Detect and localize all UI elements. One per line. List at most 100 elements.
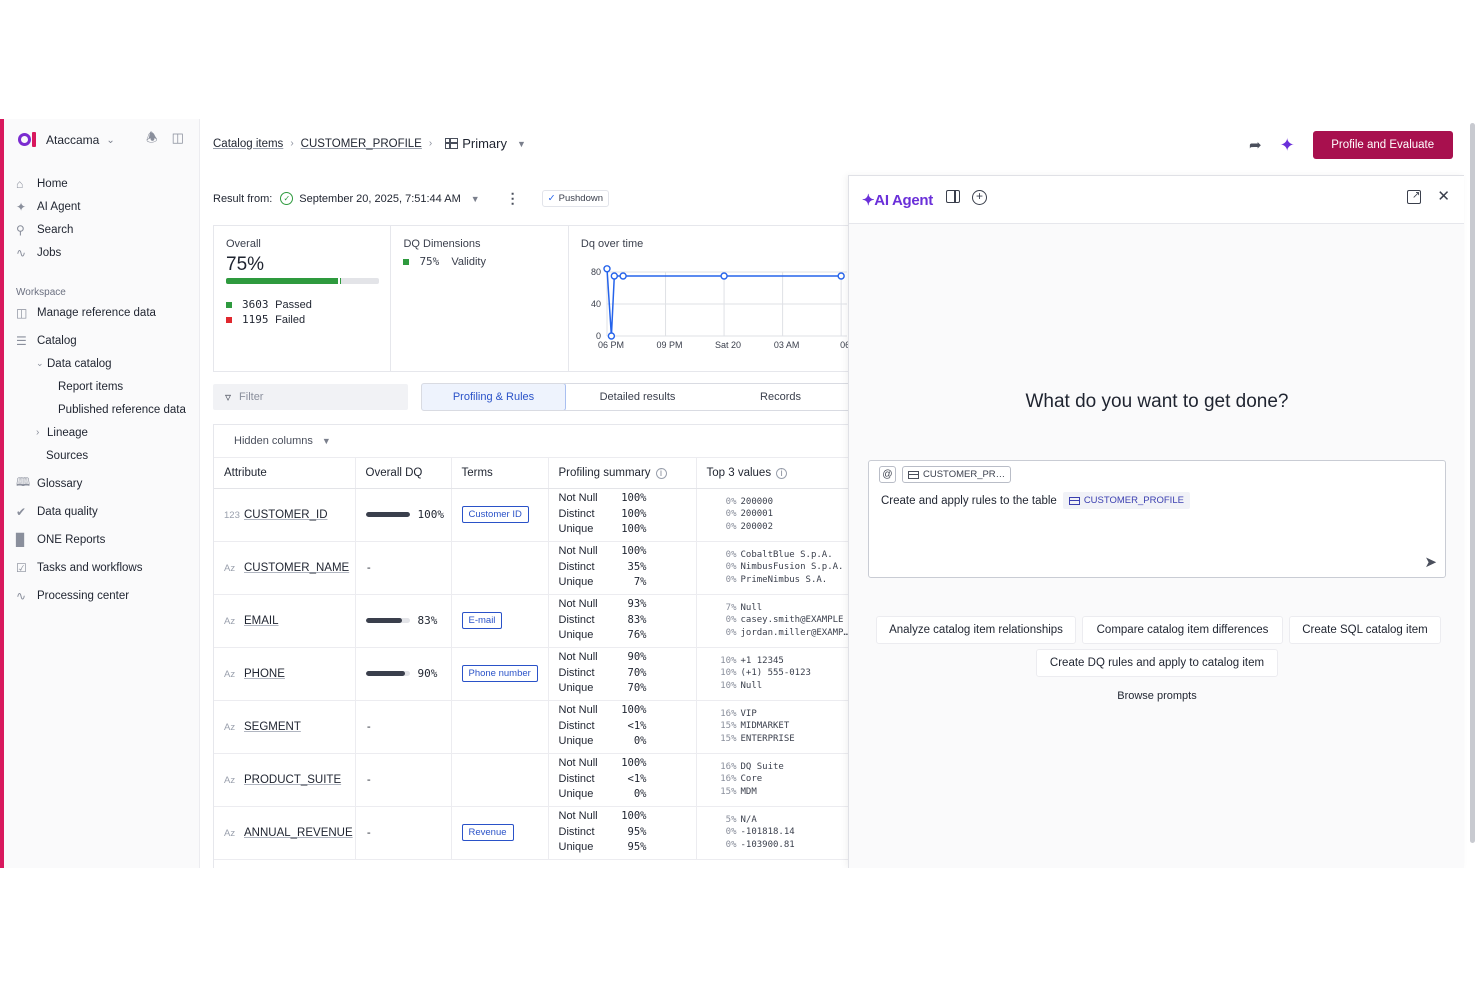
sidebar-item-processing[interactable]: ∿ Processing center — [16, 584, 196, 607]
attribute-name[interactable]: CUSTOMER_ID — [244, 509, 328, 521]
suggestion-create-dq-rules[interactable]: Create DQ rules and apply to catalog ite… — [1036, 649, 1278, 677]
result-date[interactable]: September 20, 2025, 7:51:44 AM — [299, 193, 460, 205]
page-scrollbar[interactable] — [1470, 123, 1475, 843]
sidebar-item-tasks[interactable]: ☑ Tasks and workflows — [16, 556, 196, 579]
term-badge[interactable]: Phone number — [461, 665, 538, 682]
stats-panel: Overall 75% 3603 Passed 1195 Failed DQ D… — [213, 225, 853, 372]
profiling-summary-cell: Not Null 100% Distinct <1% Unique 0% — [548, 700, 697, 754]
term-badge[interactable]: Customer ID — [461, 506, 529, 523]
open-external-icon[interactable]: ↗ — [1407, 190, 1422, 204]
attribute-cell[interactable]: 123 CUSTOMER_ID — [214, 488, 356, 542]
sidebar-item-search[interactable]: ⚲ Search — [16, 218, 196, 241]
table-row[interactable]: Az SEGMENT - Not Null 100% Distinct <1% Unique 0… — [214, 700, 852, 754]
ai-sparkle-icon[interactable]: ✦ — [1280, 135, 1295, 156]
col-header-top-values[interactable]: Top 3 values i — [696, 458, 852, 489]
table-row[interactable]: Az PHONE 90% Phone number Not Null 90% Distinc… — [214, 647, 852, 701]
attribute-cell[interactable]: Az CUSTOMER_NAME — [214, 541, 356, 595]
data-type-icon: Az — [224, 615, 236, 627]
close-icon[interactable]: ✕ — [1437, 189, 1450, 204]
filter-input[interactable]: ▿ Filter — [213, 384, 408, 410]
table-row[interactable]: Az ANNUAL_REVENUE - Revenue Not Null 100% Dist… — [214, 806, 852, 860]
top-values-cell: 10% +1 12345 10% (+1) 555-0123 10% Null — [696, 647, 852, 701]
info-icon[interactable]: i — [655, 467, 667, 479]
sidebar-item-report-items[interactable]: Report items — [16, 375, 196, 398]
checkbox-icon: ☑ — [16, 560, 27, 575]
tab-detailed-results[interactable]: Detailed results — [566, 384, 709, 410]
browse-prompts-link[interactable]: Browse prompts — [849, 690, 1465, 702]
prompt-text: Create and apply rules to the table CUST… — [881, 492, 1190, 509]
send-icon[interactable]: ➤ — [1424, 553, 1437, 571]
agent-prompt-input[interactable]: @ CUSTOMER_PR… Create and apply rules to… — [868, 460, 1446, 578]
profile-and-evaluate-button[interactable]: Profile and Evaluate — [1312, 131, 1453, 159]
sidebar-item-home[interactable]: ⌂ Home — [16, 172, 196, 195]
attribute-cell[interactable]: Az SEGMENT — [214, 700, 356, 754]
collapse-sidebar-icon[interactable]: ◫ — [172, 131, 184, 145]
table-reference-chip[interactable]: CUSTOMER_PROFILE — [1062, 492, 1190, 509]
tab-profiling-rules[interactable]: Profiling & Rules — [422, 384, 566, 410]
search-icon: ⚲ — [16, 222, 25, 237]
attribute-name[interactable]: ANNUAL_REVENUE — [244, 827, 353, 839]
suggestion-analyze-relationships[interactable]: Analyze catalog item relationships — [876, 616, 1076, 644]
sidebar-item-glossary[interactable]: 🕮 Glossary — [16, 472, 196, 495]
col-header-terms[interactable]: Terms — [451, 458, 549, 489]
attribute-cell[interactable]: Az EMAIL — [214, 594, 356, 648]
tab-records[interactable]: Records — [709, 384, 852, 410]
info-icon[interactable]: i — [776, 467, 788, 479]
sidebar-item-lineage[interactable]: › Lineage — [16, 421, 196, 444]
attribute-name[interactable]: PRODUCT_SUITE — [244, 774, 341, 786]
dq-bar-fill — [365, 671, 406, 677]
suggestion-compare-differences[interactable]: Compare catalog item differences — [1082, 616, 1283, 644]
hidden-columns-toggle[interactable]: Hidden columns ▼ — [214, 425, 852, 458]
breadcrumb-primary[interactable]: Primary — [462, 136, 507, 151]
attribute-name[interactable]: SEGMENT — [244, 721, 301, 733]
result-selector: Result from: ✓ September 20, 2025, 7:51:… — [213, 190, 610, 207]
sidebar-item-one-reports[interactable]: ▉ ONE Reports — [16, 528, 196, 551]
term-badge[interactable]: E-mail — [461, 612, 503, 629]
side-panel-icon[interactable] — [946, 190, 960, 203]
attribute-cell[interactable]: Az PHONE — [214, 647, 356, 701]
breadcrumb-customer-profile[interactable]: CUSTOMER_PROFILE — [301, 138, 422, 150]
data-point — [837, 272, 845, 280]
context-chip[interactable]: CUSTOMER_PR… — [902, 466, 1012, 483]
data-type-icon: Az — [224, 668, 236, 680]
sidebar-item-catalog[interactable]: ☰ Catalog — [16, 329, 196, 352]
overall-dq-cell: - — [355, 753, 452, 807]
share-icon[interactable]: ➦ — [1249, 136, 1262, 154]
sidebar-item-ai-agent[interactable]: ✦ AI Agent — [16, 195, 196, 218]
bell-icon[interactable]: 🕭 — [146, 131, 158, 145]
overall-dq-cell: 90% — [355, 647, 452, 701]
sidebar-item-sources[interactable]: Sources — [16, 444, 196, 467]
suggestion-create-sql-item[interactable]: Create SQL catalog item — [1289, 616, 1441, 644]
sidebar-item-manage-reference[interactable]: ◫ Manage reference data — [16, 301, 196, 324]
table-row[interactable]: 123 CUSTOMER_ID 100% Customer ID Not Null 100… — [214, 488, 852, 542]
breadcrumb: Catalog items › CUSTOMER_PROFILE › Prima… — [213, 136, 526, 151]
caret-down-icon[interactable]: ▼ — [471, 194, 480, 204]
profiling-summary-cell: Not Null 90% Distinct 70% Unique 70% — [548, 647, 697, 701]
table-row[interactable]: Az CUSTOMER_NAME - Not Null 100% Distinct 35% U… — [214, 541, 852, 595]
table-row[interactable]: Az EMAIL 83% E-mail Not Null 93% Distinct 83% Un… — [214, 594, 852, 648]
breadcrumb-catalog-items[interactable]: Catalog items — [213, 138, 283, 150]
more-options-icon[interactable]: ⋮ — [506, 190, 520, 207]
attribute-name[interactable]: PHONE — [244, 668, 285, 680]
attribute-name[interactable]: EMAIL — [244, 615, 279, 627]
sidebar-item-published-reference[interactable]: Published reference data — [16, 398, 196, 421]
col-header-attribute[interactable]: Attribute — [214, 458, 356, 489]
term-badge[interactable]: Revenue — [461, 824, 514, 841]
new-chat-icon[interactable]: + — [972, 190, 987, 205]
activity-icon: ∿ — [16, 245, 27, 260]
brand-switcher[interactable]: Ataccama ⌄ — [18, 129, 115, 151]
sidebar-item-data-quality[interactable]: ✔ Data quality — [16, 500, 196, 523]
dq-dimensions-title: DQ Dimensions — [403, 238, 481, 250]
table-row[interactable]: Az PRODUCT_SUITE - Not Null 100% Distinct <1% U… — [214, 753, 852, 807]
overall-dq-cell: - — [355, 806, 452, 860]
sidebar-item-jobs[interactable]: ∿ Jobs — [16, 241, 196, 264]
attribute-cell[interactable]: Az ANNUAL_REVENUE — [214, 806, 356, 860]
dq-over-time-chart: 0408006 PM 09 PM Sat 20 03 AM 06 — [591, 265, 850, 350]
mention-icon[interactable]: @ — [879, 466, 896, 483]
caret-down-icon[interactable]: ▼ — [517, 139, 526, 149]
attribute-cell[interactable]: Az PRODUCT_SUITE — [214, 753, 356, 807]
sidebar-item-data-catalog[interactable]: ⌄ Data catalog — [16, 352, 196, 375]
attribute-name[interactable]: CUSTOMER_NAME — [244, 562, 349, 574]
col-header-overall-dq[interactable]: Overall DQ — [355, 458, 452, 489]
col-header-profiling-summary[interactable]: Profiling summary i — [548, 458, 697, 489]
